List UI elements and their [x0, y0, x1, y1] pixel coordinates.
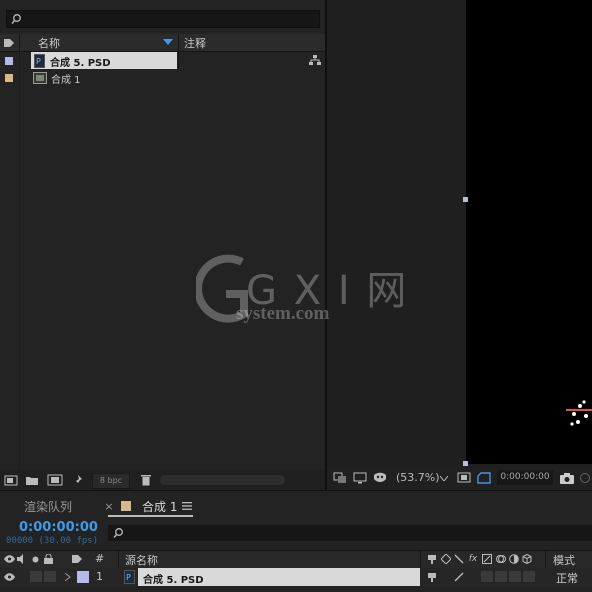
viewer-timecode[interactable]: 0:00:00:00	[497, 470, 553, 485]
column-source-name[interactable]: 源名称	[125, 552, 158, 568]
project-item[interactable]: P 合成 5. PSD	[0, 52, 325, 69]
show-snapshot-icon[interactable]	[578, 471, 592, 485]
quality-icon[interactable]	[453, 553, 465, 565]
viewer-footer: (53.7%) 0:00:00:00	[327, 467, 592, 489]
composition-icon	[32, 71, 47, 84]
transform-handle[interactable]	[463, 461, 468, 466]
search-icon	[112, 526, 126, 540]
tab-composition[interactable]: 合成 1	[142, 498, 177, 515]
search-icon	[10, 12, 24, 26]
shy-icon[interactable]	[426, 553, 438, 565]
tab-comp-color-swatch	[121, 501, 131, 511]
current-time-display[interactable]: 0:00:00:00	[19, 520, 98, 535]
project-footer: 8 bpc	[0, 470, 325, 490]
blend-mode-dropdown[interactable]: 正常	[556, 570, 578, 586]
motion-blur-icon[interactable]	[495, 553, 507, 565]
solo-toggle[interactable]	[30, 571, 42, 582]
eye-icon[interactable]	[3, 571, 15, 583]
fit-frame-icon[interactable]	[456, 471, 472, 485]
bit-depth-indicator[interactable]: 8 bpc	[92, 473, 130, 489]
layer-name[interactable]: 合成 5. PSD	[143, 571, 204, 586]
zoom-level-dropdown[interactable]: (53.7%)	[396, 471, 440, 484]
label-color-swatch[interactable]	[5, 57, 13, 65]
timeline-search-input[interactable]	[108, 525, 592, 541]
project-panel: 名称 注释 P 合成 5. PSD 合成 1 8 bpc	[0, 0, 325, 490]
new-composition-icon[interactable]	[46, 473, 64, 487]
composition-canvas[interactable]	[466, 0, 592, 464]
tab-render-queue[interactable]: 渲染队列	[24, 498, 72, 515]
shy-icon[interactable]	[426, 571, 438, 583]
project-item-name: 合成 1	[51, 75, 81, 86]
adjustment-layer-icon[interactable]	[508, 553, 520, 565]
project-item[interactable]: 合成 1	[0, 69, 325, 86]
timeline-column-header: # 源名称 fx 模式	[0, 550, 592, 569]
svg-text:P: P	[36, 57, 41, 66]
label-tag-icon[interactable]	[70, 553, 84, 565]
quality-icon[interactable]	[453, 571, 465, 583]
frame-blending-icon[interactable]	[481, 553, 493, 565]
collapse-icon[interactable]	[440, 553, 452, 565]
label-tag-icon[interactable]	[2, 36, 16, 49]
audio-icon[interactable]	[16, 553, 28, 565]
horizontal-scrollbar[interactable]	[160, 475, 285, 485]
frame-blending-toggle[interactable]	[495, 571, 507, 582]
new-folder-icon[interactable]	[24, 473, 40, 487]
solo-dot-icon[interactable]	[30, 553, 40, 565]
layer-number: 1	[96, 570, 103, 583]
column-number[interactable]: #	[95, 552, 104, 565]
motion-blur-toggle[interactable]	[509, 571, 521, 582]
psd-composition-icon: P	[123, 569, 135, 585]
eye-icon[interactable]	[3, 553, 15, 565]
pin-icon[interactable]	[69, 473, 85, 487]
transform-handle[interactable]	[463, 197, 468, 202]
mask-visibility-icon[interactable]	[372, 471, 388, 485]
sort-arrow-icon[interactable]	[162, 37, 174, 47]
project-column-header: 名称 注释	[0, 34, 325, 52]
always-preview-icon[interactable]	[332, 471, 348, 485]
lock-toggle[interactable]	[44, 571, 56, 582]
active-tab-underline	[108, 515, 193, 517]
chevron-down-icon[interactable]	[439, 473, 449, 483]
psd-composition-icon: P	[33, 53, 45, 68]
lock-icon[interactable]	[42, 553, 54, 565]
column-name[interactable]: 名称	[38, 35, 60, 51]
column-comment[interactable]: 注释	[184, 35, 206, 51]
layer-object[interactable]	[566, 396, 592, 430]
effects-toggle[interactable]	[481, 571, 493, 582]
label-color-swatch[interactable]	[77, 571, 89, 583]
column-mode[interactable]: 模式	[553, 552, 575, 568]
trash-icon[interactable]	[139, 473, 153, 487]
panel-menu-icon[interactable]	[181, 500, 193, 512]
watermark-domain: system.com	[236, 303, 330, 324]
3d-layer-icon[interactable]	[521, 553, 533, 565]
chevron-right-icon[interactable]	[63, 571, 73, 583]
frame-rate-info: 00000 (30.00 fps)	[6, 536, 99, 546]
svg-text:P: P	[126, 573, 131, 582]
layer-row[interactable]: 1 P 合成 5. PSD 正常	[0, 568, 592, 586]
monitor-icon[interactable]	[352, 471, 368, 485]
interpret-footage-icon[interactable]	[3, 473, 19, 487]
effects-icon[interactable]: fx	[466, 553, 480, 565]
region-of-interest-icon[interactable]	[476, 471, 492, 485]
project-search-input[interactable]	[6, 10, 320, 28]
close-icon[interactable]: ×	[104, 500, 114, 513]
dependency-flowchart-icon[interactable]	[308, 54, 322, 67]
label-color-swatch[interactable]	[5, 74, 13, 82]
camera-snapshot-icon[interactable]	[559, 471, 575, 485]
project-item-name: 合成 5. PSD	[50, 58, 111, 69]
3d-layer-toggle[interactable]	[523, 571, 535, 582]
